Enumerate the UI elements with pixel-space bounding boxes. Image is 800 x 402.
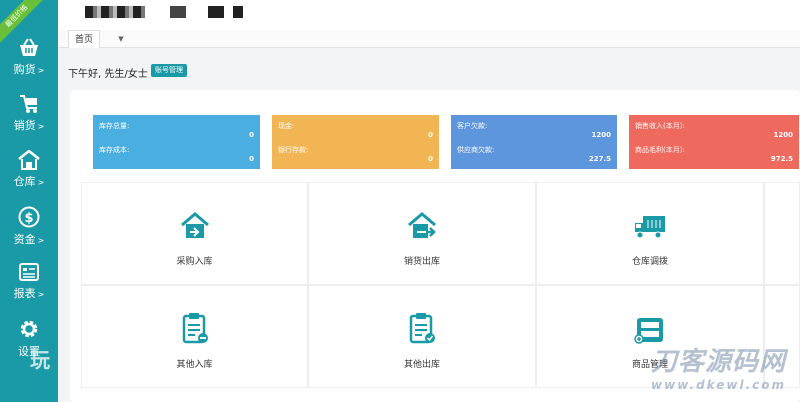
tab-home[interactable]: 首页 — [68, 30, 101, 48]
watermark-title: 刀客源码网 — [650, 347, 786, 377]
house-out-icon — [408, 212, 436, 238]
stat-card-cash: 现金: 0 银行存款: 0 — [272, 115, 439, 169]
svg-text:$: $ — [24, 211, 33, 226]
house-in-icon — [180, 212, 209, 238]
stat-label: 商品毛利(本月): — [635, 146, 685, 154]
sidebar-item-funds[interactable]: $ 资金 > — [0, 206, 58, 258]
tile-partial — [764, 182, 800, 285]
account-management-button[interactable]: 账号管理 — [151, 64, 187, 77]
chevron-right-icon: > — [37, 236, 45, 245]
clipboard-out-icon — [409, 313, 435, 344]
blurred-title — [233, 6, 243, 18]
stat-label: 库存总量: — [99, 122, 130, 130]
top-bar — [58, 0, 800, 30]
tile-label: 采购入库 — [176, 257, 213, 267]
basket-icon — [20, 38, 38, 56]
tile-other-in[interactable]: 其他入库 — [81, 285, 308, 388]
stat-value: 0 — [249, 155, 254, 163]
chevron-down-icon[interactable]: ▼ — [114, 32, 128, 46]
stat-value: 972.5 — [770, 155, 793, 163]
stat-label: 银行存款: — [278, 146, 309, 154]
sidebar-item-label: 购货 — [13, 63, 36, 76]
tab-bar: 首页 ▼ — [58, 30, 800, 48]
stat-label: 现金: — [278, 122, 295, 130]
stat-value: 227.5 — [588, 155, 611, 163]
chevron-right-icon: > — [37, 122, 45, 131]
sidebar-item-warehouse[interactable]: 仓库 > — [0, 150, 58, 202]
gear-icon — [20, 320, 38, 338]
stat-label: 销售收入(本月): — [635, 122, 685, 130]
report-icon — [19, 263, 39, 281]
blurred-title — [208, 6, 224, 18]
stat-label: 客户欠款: — [457, 122, 488, 130]
sidebar-item-label: 资金 — [13, 233, 36, 246]
tile-label: 其他出库 — [403, 360, 440, 370]
dollar-icon: $ — [18, 206, 40, 228]
chevron-right-icon: > — [37, 290, 45, 299]
stat-label: 库存成本: — [99, 146, 130, 154]
tile-label: 其他入库 — [176, 360, 213, 370]
stat-card-revenue: 销售收入(本月): 1200 商品毛利(本月): 972.5 — [629, 115, 799, 169]
stat-value: 0 — [249, 131, 254, 139]
sidebar-item-purchase[interactable]: 购货 > — [0, 38, 58, 90]
sidebar: 最低价格 购货 > 销货 > 仓库 > $ 资金 > 报表 > 设置 玩 — [0, 0, 58, 402]
sidebar-item-label: 销货 — [13, 119, 36, 132]
stat-value: 0 — [428, 155, 433, 163]
main-content: 下午好, 先生/女士 账号管理 库存总量: 0 库存成本: 0 现金: 0 银行存款:… — [58, 48, 800, 402]
stat-value: 1200 — [591, 131, 611, 139]
watermark-url: www.dkewl.com — [651, 378, 786, 392]
watermark-fragment: 玩 — [30, 348, 50, 372]
cart-icon — [20, 95, 37, 113]
stat-value: 0 — [428, 131, 433, 139]
tile-warehouse-transfer[interactable]: 仓库调拨 — [536, 182, 764, 285]
tile-label: 销货出库 — [403, 257, 440, 267]
stat-label: 供应商欠款: — [457, 146, 495, 154]
tile-sales-out[interactable]: 销货出库 — [308, 182, 536, 285]
blurred-title — [170, 6, 186, 18]
tile-purchase-in[interactable]: 采购入库 — [81, 182, 308, 285]
clipboard-in-icon — [182, 313, 208, 344]
sidebar-item-reports[interactable]: 报表 > — [0, 262, 58, 314]
sidebar-item-sales[interactable]: 销货 > — [0, 94, 58, 146]
box-icon — [634, 318, 663, 344]
warehouse-icon — [18, 150, 40, 170]
tile-other-out[interactable]: 其他出库 — [308, 285, 536, 388]
truck-icon — [635, 216, 665, 239]
sidebar-item-label: 仓库 — [13, 175, 36, 188]
tile-label: 仓库调拨 — [631, 257, 668, 267]
blurred-title — [85, 6, 145, 18]
chevron-right-icon: > — [37, 66, 45, 75]
brand-watermark: 刀客源码网 www.dkewl.com — [651, 341, 786, 392]
sidebar-item-label: 报表 — [13, 287, 36, 300]
chevron-right-icon: > — [37, 178, 45, 187]
stat-value: 1200 — [773, 131, 793, 139]
stat-card-debts: 客户欠款: 1200 供应商欠款: 227.5 — [451, 115, 617, 169]
greeting-text: 下午好, 先生/女士 — [68, 69, 148, 80]
stat-card-inventory: 库存总量: 0 库存成本: 0 — [93, 115, 260, 169]
